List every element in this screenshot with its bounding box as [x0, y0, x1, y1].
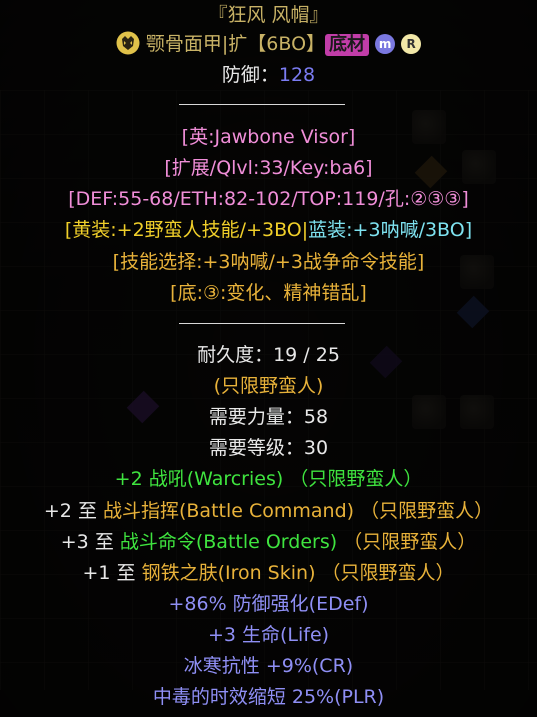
blue-mod-suggestion: 蓝装:+3呐喊/3BO]: [308, 219, 473, 241]
skill-choice: [技能选择:+3呐喊/+3战争命令技能]: [112, 251, 425, 273]
mod-iron-skin: +1 至 钢铁之肤(Iron Skin) （只限野蛮人）: [0, 560, 537, 586]
durability-value: 19 / 25: [273, 344, 340, 366]
defense-line: 防御：128: [0, 62, 537, 88]
defense-value: 128: [278, 64, 316, 86]
required-level: 需要等级：30: [0, 435, 537, 461]
mod-warcries: +2 战吼(Warcries) （只限野蛮人）: [114, 468, 423, 490]
stat-ranges: [DEF:55-68/ETH:82-102/TOP:119/孔:②③③]: [68, 188, 469, 210]
durability-label: 耐久度：: [197, 344, 274, 366]
mod-battle-command: +2 至 战斗指挥(Battle Command) （只限野蛮人）: [0, 498, 537, 524]
rare-tier-badge: R: [401, 34, 422, 54]
english-name: [英:Jawbone Visor]: [181, 126, 356, 148]
mod-skill: 钢铁之肤(Iron Skin): [141, 562, 316, 584]
item-name: 『狂风 风帽』: [208, 4, 329, 26]
yellow-mod-suggestion: [黄装:+2野蛮人技能/+3BO|: [64, 219, 309, 241]
base-mod: [底:③:变化、精神错乱]: [170, 282, 367, 304]
barbarian-helm-icon: [116, 31, 140, 55]
separator: [179, 104, 345, 105]
mod-enhanced-defense: +86% 防御强化(EDef): [168, 593, 369, 615]
mod-suffix: （只限野蛮人）: [315, 562, 455, 584]
separator: [179, 323, 345, 324]
req-lvl-value: 30: [303, 437, 329, 459]
mod-skill: 战斗命令(Battle Orders): [119, 531, 338, 553]
item-tooltip: 『狂风 风帽』 颚骨面甲|扩【6BO】 底材 m R 防御：128 [英:Jawb…: [0, 0, 537, 717]
base-material-badge: 底材: [325, 34, 370, 56]
mod-skill: 战斗指挥(Battle Command): [102, 500, 355, 522]
extension-info: [扩展/Qlvl:33/Key:ba6]: [164, 157, 373, 179]
mod-cold-resist: 冰寒抗性 +9%(CR): [183, 655, 354, 677]
req-str-value: 58: [303, 406, 329, 428]
mod-prefix: +1 至: [82, 562, 142, 584]
req-str-label: 需要力量：: [208, 406, 304, 428]
mod-prefix: +3 至: [60, 531, 120, 553]
class-restriction: (只限野蛮人): [213, 375, 324, 397]
magic-tier-badge: m: [375, 34, 396, 54]
mod-prefix: +2 至: [43, 500, 103, 522]
required-strength: 需要力量：58: [0, 404, 537, 430]
mod-poison-length: 中毒的时效缩短 25%(PLR): [152, 686, 385, 708]
mod-suffix: （只限野蛮人）: [337, 531, 477, 553]
mod-life: +3 生命(Life): [207, 624, 330, 646]
item-base-line: 颚骨面甲|扩【6BO】 底材 m R: [0, 31, 537, 57]
mod-suggestions: [黄装:+2野蛮人技能/+3BO|蓝装:+3呐喊/3BO]: [0, 217, 537, 243]
durability-line: 耐久度：19 / 25: [0, 342, 537, 368]
req-lvl-label: 需要等级：: [208, 437, 304, 459]
mod-suffix: （只限野蛮人）: [354, 500, 494, 522]
base-type-text: 颚骨面甲|扩【6BO】: [145, 33, 326, 55]
mod-battle-orders: +3 至 战斗命令(Battle Orders) （只限野蛮人）: [0, 529, 537, 555]
defense-label: 防御：: [221, 64, 279, 86]
